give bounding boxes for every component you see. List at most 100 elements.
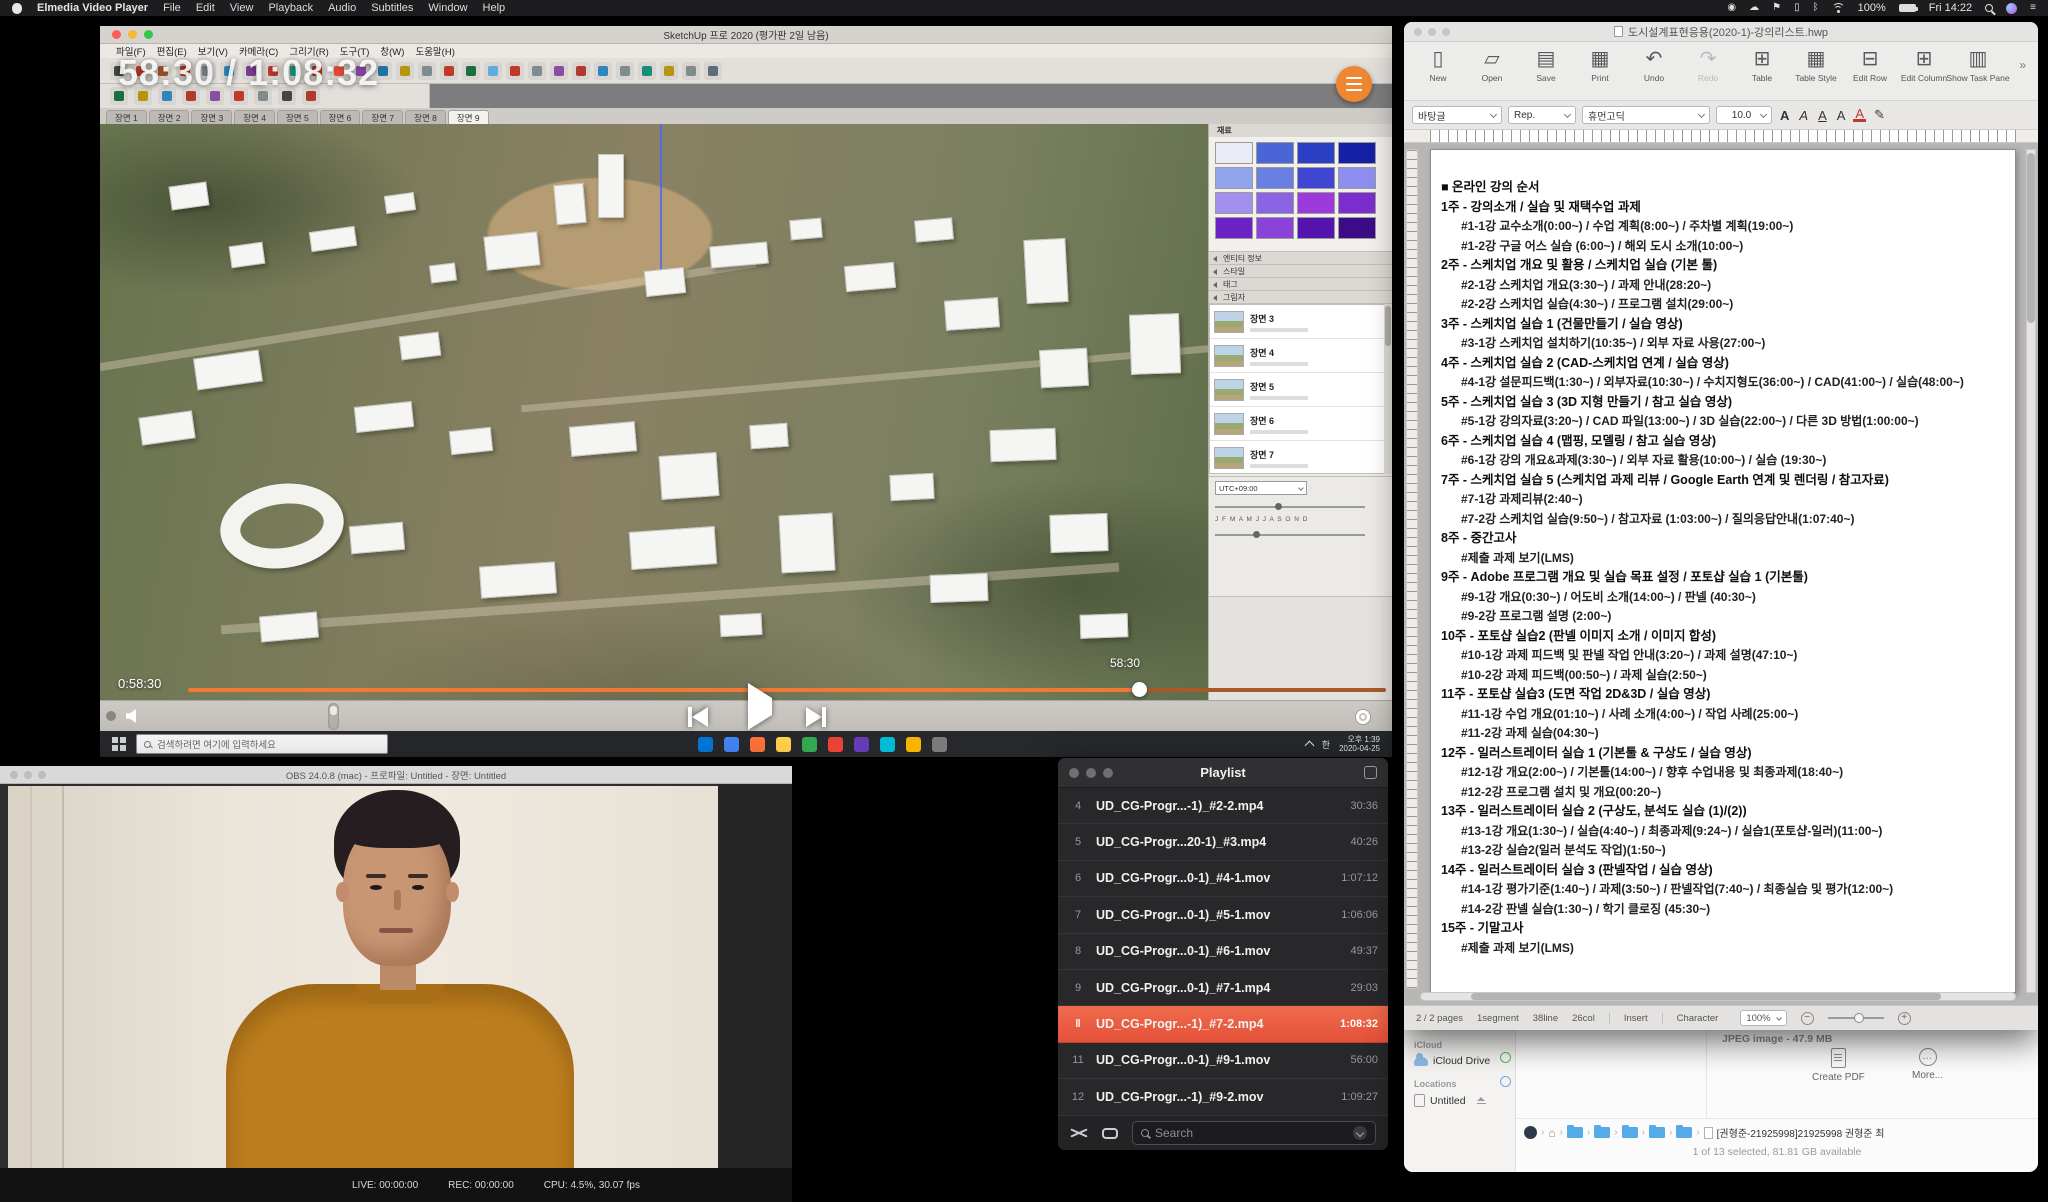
device-tray-icon[interactable]: ▯ <box>1794 3 1800 13</box>
time-slider[interactable] <box>1215 502 1386 512</box>
taskbar-clock[interactable]: 오후 1:39 2020-04-25 <box>1339 735 1380 753</box>
hwp-toolbar-button[interactable]: ▤ Save <box>1520 48 1572 83</box>
horizontal-scrollbar[interactable] <box>1420 992 2016 1001</box>
menu-item[interactable]: View <box>230 2 254 14</box>
tray-section-header[interactable]: 그림자 <box>1209 291 1392 304</box>
volume-icon[interactable] <box>126 709 136 723</box>
taskbar-app-icon[interactable] <box>906 737 921 752</box>
obs-tray-icon[interactable]: ◉ <box>1727 3 1736 13</box>
close-button[interactable] <box>10 771 18 779</box>
taskbar-app-icon[interactable] <box>776 737 791 752</box>
font-color-button[interactable]: A <box>1853 108 1866 122</box>
hwp-toolbar-button[interactable]: ↶ Undo <box>1628 48 1680 83</box>
hwp-toolbar-button[interactable]: ▦ Print <box>1574 48 1626 83</box>
zoom-level-dropdown[interactable]: 100% <box>1740 1010 1786 1026</box>
scene-tab[interactable]: 장면 8 <box>405 110 446 124</box>
sidebar-item-untitled-volume[interactable]: Untitled <box>1414 1094 1515 1107</box>
scene-list-item[interactable]: 장면 7 <box>1210 441 1384 474</box>
sketchup-tool-icon[interactable] <box>682 62 700 80</box>
taskbar-app-icon[interactable] <box>828 737 843 752</box>
playlist-row[interactable]: 6 UD_CG-Progr...0-1)_#4-1.mov 1:07:12 <box>1058 861 1388 897</box>
document-page[interactable]: ■ 온라인 강의 순서1주 - 강의소개 / 실습 및 재택수업 과제#1-1강… <box>1430 149 2016 993</box>
sketchup-tool-icon[interactable] <box>594 62 612 80</box>
webcam-preview[interactable] <box>8 786 718 1168</box>
float-window-icon[interactable] <box>1364 766 1377 779</box>
color-swatch[interactable] <box>1297 217 1335 239</box>
scenes-scrollbar[interactable] <box>1384 304 1392 474</box>
taskbar-app-icon[interactable] <box>932 737 947 752</box>
color-swatch[interactable] <box>1256 142 1294 164</box>
sketchup-tool-icon[interactable] <box>396 62 414 80</box>
color-swatch[interactable] <box>1215 142 1253 164</box>
menu-item[interactable]: Playback <box>268 2 313 14</box>
sketchup-menu-item[interactable]: 창(W) <box>380 44 404 58</box>
search-scope-chevron-icon[interactable] <box>1353 1126 1367 1140</box>
more-actions-button[interactable]: … More... <box>1912 1048 1943 1081</box>
sketchup-tool-icon[interactable] <box>704 62 722 80</box>
hwp-traffic-lights[interactable] <box>1414 28 1450 36</box>
highlight-button[interactable]: ✎ <box>1872 107 1887 123</box>
scene-tab[interactable]: 장면 4 <box>234 110 275 124</box>
create-pdf-button[interactable]: Create PDF <box>1812 1048 1865 1083</box>
toolbar-overflow-chevron[interactable]: » <box>2019 58 2032 72</box>
playlist-row[interactable]: 12 UD_CG-Progr...-1)_#9-2.mov 1:09:27 <box>1058 1079 1388 1115</box>
playlist-row[interactable]: 7 UD_CG-Progr...0-1)_#5-1.mov 1:06:06 <box>1058 897 1388 933</box>
sketchup-tool-icon[interactable] <box>418 62 436 80</box>
sketchup-tool-icon[interactable] <box>660 62 678 80</box>
scene-tab[interactable]: 장면 3 <box>191 110 232 124</box>
hwp-toolbar-button[interactable]: ▥ Show Task Pane <box>1952 48 2004 83</box>
home-folder-icon[interactable]: ⌂ <box>1548 1127 1555 1139</box>
spotlight-icon[interactable] <box>1985 4 1993 12</box>
sketchup-tool-icon[interactable] <box>550 62 568 80</box>
obs-traffic-lights[interactable] <box>10 771 46 779</box>
paragraph-style-dropdown[interactable]: 바탕글 <box>1412 106 1502 124</box>
menu-bar-clock[interactable]: Fri 14:22 <box>1929 2 1972 14</box>
cloud-tray-icon[interactable]: ☁ <box>1749 3 1759 13</box>
color-swatch[interactable] <box>1338 167 1376 189</box>
path-crumb[interactable]: › <box>1614 1127 1637 1138</box>
path-crumb[interactable]: › <box>1669 1127 1692 1138</box>
scene-list-item[interactable]: 장면 6 <box>1210 407 1384 441</box>
seek-handle[interactable] <box>1132 682 1147 697</box>
scene-tab[interactable]: 장면 2 <box>149 110 190 124</box>
menu-item[interactable]: Edit <box>196 2 215 14</box>
seek-bar[interactable] <box>188 688 1386 692</box>
timezone-dropdown[interactable]: UTC+09:00 <box>1215 481 1307 495</box>
minimize-button[interactable] <box>128 30 137 39</box>
bold-button[interactable]: A <box>1778 108 1791 123</box>
zoom-button[interactable] <box>144 30 153 39</box>
previous-track-button[interactable] <box>688 707 708 727</box>
taskbar-app-icon[interactable] <box>750 737 765 752</box>
volume-slider[interactable] <box>328 703 339 730</box>
color-swatch[interactable] <box>1338 192 1376 214</box>
taskbar-app-icon[interactable] <box>724 737 739 752</box>
player-settings-icon[interactable] <box>1356 710 1370 724</box>
color-swatch[interactable] <box>1338 217 1376 239</box>
playlist-row[interactable]: ‖ UD_CG-Progr...-1)_#7-2.mp4 1:08:32 <box>1058 1006 1388 1042</box>
zoom-button[interactable] <box>1103 768 1113 778</box>
menu-item[interactable]: Audio <box>328 2 356 14</box>
color-swatch[interactable] <box>1215 167 1253 189</box>
zoom-button[interactable] <box>1442 28 1450 36</box>
zoom-button[interactable] <box>38 771 46 779</box>
color-swatch[interactable] <box>1215 192 1253 214</box>
scene-list-item[interactable]: 장면 4 <box>1210 339 1384 373</box>
color-swatch[interactable] <box>1338 142 1376 164</box>
sketchup-tool-icon[interactable] <box>616 62 634 80</box>
playlist-row[interactable]: 5 UD_CG-Progr...20-1)_#3.mp4 40:26 <box>1058 824 1388 860</box>
selected-file-name[interactable]: [권형준-21925998]21925998 권형준 최 <box>1717 1125 1885 1140</box>
eject-icon[interactable] <box>1477 1097 1486 1105</box>
notification-center-icon[interactable]: ≡ <box>2030 3 2036 13</box>
color-swatch[interactable] <box>1256 192 1294 214</box>
zoom-out-button[interactable]: − <box>1801 1012 1814 1025</box>
siri-icon[interactable] <box>2006 3 2017 14</box>
materials-panel-header[interactable]: 재료 <box>1209 124 1392 137</box>
vertical-scrollbar[interactable] <box>2026 149 2036 993</box>
scene-list-item[interactable]: 장면 5 <box>1210 373 1384 407</box>
window-traffic-lights[interactable] <box>112 30 153 39</box>
color-swatch[interactable] <box>1297 167 1335 189</box>
windows-start-icon[interactable] <box>112 737 126 751</box>
minimize-button[interactable] <box>1086 768 1096 778</box>
scene-tab[interactable]: 장면 7 <box>362 110 403 124</box>
play-button[interactable] <box>748 698 772 716</box>
